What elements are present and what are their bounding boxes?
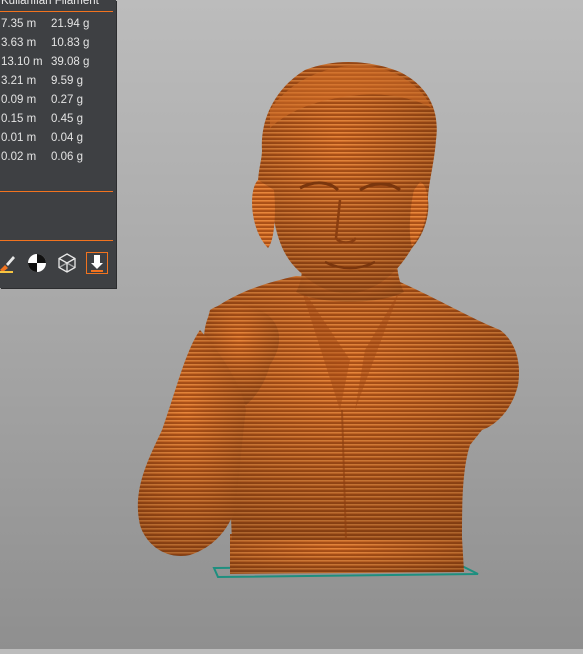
row-length: 0.01 m [1,132,37,144]
row-weight: 0.04 g [51,132,83,144]
row-length: 7.35 m [1,18,37,30]
export-arrow-icon[interactable] [86,252,108,274]
row-weight: 21.94 g [51,18,90,30]
panel-header: Kullanılan Filament [1,0,99,7]
model-head [252,61,437,294]
row-weight: 0.06 g [51,151,83,163]
row-length: 3.63 m [1,37,37,49]
row-length: 13.10 m [1,56,43,68]
wireframe-cube-icon[interactable] [56,252,78,274]
row-length: 0.02 m [1,151,37,163]
row-weight: 10.83 g [51,37,90,49]
row-weight: 0.45 g [51,113,83,125]
row-length: 3.21 m [1,75,37,87]
orientation-circle-icon[interactable] [26,252,48,274]
row-weight: 0.27 g [51,94,83,106]
filament-usage-panel: Kullanılan Filament 7.35 m 21.94 g 3.63 … [0,0,116,288]
header-divider [0,11,113,12]
row-weight: 39.08 g [51,56,90,68]
section-divider [0,191,113,192]
row-weight: 9.59 g [51,75,83,87]
row-length: 0.15 m [1,113,37,125]
section-divider [0,240,113,241]
row-length: 0.09 m [1,94,37,106]
paint-brush-icon[interactable] [0,252,18,274]
